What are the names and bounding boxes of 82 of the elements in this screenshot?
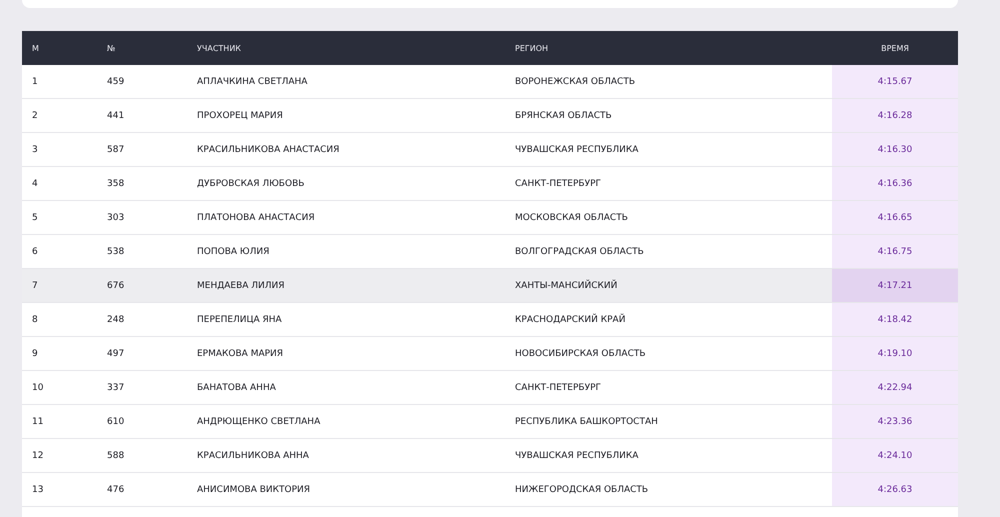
table-row[interactable]: 13 476 АНИСИМОВА ВИКТОРИЯ НИЖЕГОРОДСКАЯ ОБЛАСТЬ 4:26.63 [22, 473, 958, 507]
table-cell: 4:23.36 [832, 405, 958, 438]
table-cell-text: АНДРЮЩЕНКО СВЕТЛАНА [197, 416, 322, 426]
table-cell-text: 303 [107, 212, 126, 222]
table-cell-text: 13 [31, 484, 44, 494]
table-cell-text: 538 [107, 246, 126, 256]
table-cell-text: САНКТ-ПЕТЕРБУРГ [515, 382, 602, 392]
table-cell-text: ХАНТЫ-МАНСИЙСКИЙ [515, 280, 618, 290]
table-cell-text: ДУБРОВСКАЯ ЛЮБОВЬ [197, 178, 306, 188]
table-cell-text: 476 [107, 484, 126, 494]
table-cell-text: НИЖЕГОРОДСКАЯ ОБЛАСТЬ [515, 484, 650, 494]
table-cell-text: ЧУВАШСКАЯ РЕСПУБЛИКА [515, 144, 640, 154]
table-row[interactable]: 4 358 ДУБРОВСКАЯ ЛЮБОВЬ САНКТ-ПЕТЕРБУРГ 4:16.36 [22, 167, 958, 201]
table-cell: 4:16.28 [832, 99, 958, 132]
table-cell-text: 497 [107, 348, 126, 358]
table-cell-text: ЕРМАКОВА МАРИЯ [197, 348, 284, 358]
table-cell-text: 459 [107, 76, 126, 86]
table-cell-text: 3 [31, 144, 39, 154]
table-cell-text: ПЕРЕПЕЛИЦА ЯНА [197, 314, 283, 324]
table-cell: 4:16.75 [832, 235, 958, 268]
table-cell-text: 588 [107, 450, 126, 460]
column-header: М [31, 44, 40, 52]
table-cell-text: 6 [31, 246, 39, 256]
table-cell-text: 587 [107, 144, 126, 154]
table-row[interactable]: 3 587 КРАСИЛЬНИКОВА АНАСТАСИЯ ЧУВАШСКАЯ РЕСПУБЛИКА 4:16.30 [22, 133, 958, 167]
table-cell: 4:17.21 [832, 269, 958, 302]
table-cell: 4:18.42 [832, 303, 958, 336]
table-cell-text: АНИСИМОВА ВИКТОРИЯ [197, 484, 312, 494]
table-cell-text: 7 [31, 280, 39, 290]
table-cell-text: 2 [31, 110, 39, 120]
table-row[interactable]: 1 459 АПЛАЧКИНА СВЕТЛАНА ВОРОНЕЖСКАЯ ОБЛАСТЬ 4:15.67 [22, 65, 958, 99]
table-cell-text: РЕСПУБЛИКА БАШКОРТОСТАН [515, 416, 659, 426]
table-cell-text: ВОРОНЕЖСКАЯ ОБЛАСТЬ [515, 76, 636, 86]
table-row[interactable]: 7 676 МЕНДАЕВА ЛИЛИЯ ХАНТЫ-МАНСИЙСКИЙ 4:17.21 [22, 269, 958, 303]
table-cell: 4:16.36 [832, 167, 958, 200]
table-cell-text: БРЯНСКАЯ ОБЛАСТЬ [515, 110, 613, 120]
table-cell-text: БАНАТОВА АННА [197, 382, 277, 392]
table-cell-text: НОВОСИБИРСКАЯ ОБЛАСТЬ [515, 348, 647, 358]
table-row[interactable]: 5 303 ПЛАТОНОВА АНАСТАСИЯ МОСКОВСКАЯ ОБЛАСТЬ 4:16.65 [22, 201, 958, 235]
table-cell-text: 11 [31, 416, 44, 426]
table-cell-text: МОСКОВСКАЯ ОБЛАСТЬ [515, 212, 629, 222]
table-cell-text: 337 [107, 382, 126, 392]
table-cell-text: 610 [107, 416, 126, 426]
table-cell-text: 676 [107, 280, 126, 290]
table-cell: 4:16.65 [832, 201, 958, 234]
table-cell-text: КРАСИЛЬНИКОВА АННА [197, 450, 310, 460]
table-cell-text: ПЛАТОНОВА АНАСТАСИЯ [197, 212, 316, 222]
table-cell-text: 1 [31, 76, 39, 86]
table-row[interactable]: 8 248 ПЕРЕПЕЛИЦА ЯНА КРАСНОДАРСКИЙ КРАЙ 4:18.42 [22, 303, 958, 337]
table-cell-text: КРАСИЛЬНИКОВА АНАСТАСИЯ [197, 144, 340, 154]
table-cell-text: 358 [107, 178, 126, 188]
table-row[interactable]: 9 497 ЕРМАКОВА МАРИЯ НОВОСИБИРСКАЯ ОБЛАСТЬ 4:19.10 [22, 337, 958, 371]
table-cell-text: ЧУВАШСКАЯ РЕСПУБЛИКА [515, 450, 640, 460]
table-cell-text: ПРОХОРЕЦ МАРИЯ [197, 110, 284, 120]
table-cell-text: 4 [31, 178, 39, 188]
table-cell: 4:26.63 [832, 473, 958, 506]
table-cell-text: 8 [31, 314, 39, 324]
table-cell-text: ПОПОВА ЮЛИЯ [197, 246, 270, 256]
table-cell-text: АПЛАЧКИНА СВЕТЛАНА [197, 76, 308, 86]
column-header: РЕГИОН [515, 44, 550, 52]
table-cell: 4:16.30 [832, 133, 958, 166]
table-row[interactable]: 10 337 БАНАТОВА АННА САНКТ-ПЕТЕРБУРГ 4:22.94 [22, 371, 958, 405]
table-cell-text: ВОЛГОГРАДСКАЯ ОБЛАСТЬ [515, 246, 645, 256]
table-cell-text: 248 [107, 314, 126, 324]
table-cell: 4:19.10 [832, 337, 958, 370]
table-cell-text: КРАСНОДАРСКИЙ КРАЙ [515, 314, 626, 324]
table-cell-text: МЕНДАЕВА ЛИЛИЯ [197, 280, 286, 290]
table-cell-text: 5 [31, 212, 39, 222]
table-cell-text: САНКТ-ПЕТЕРБУРГ [515, 178, 602, 188]
table-cell-text: 9 [31, 348, 39, 358]
table-cell: 4:15.67 [832, 65, 958, 98]
table-cell-text: 12 [31, 450, 44, 460]
table-row[interactable]: 12 588 КРАСИЛЬНИКОВА АННА ЧУВАШСКАЯ РЕСПУБЛИКА 4:24.10 [22, 439, 958, 473]
table-cell: 4:24.10 [832, 439, 958, 472]
table-row[interactable]: 2 441 ПРОХОРЕЦ МАРИЯ БРЯНСКАЯ ОБЛАСТЬ 4:16.28 [22, 99, 958, 133]
table-cell-text: 10 [31, 382, 44, 392]
table-row[interactable]: 11 610 АНДРЮЩЕНКО СВЕТЛАНА РЕСПУБЛИКА БАШКОРТОСТАН 4:23.36 [22, 405, 958, 439]
column-header: № [107, 44, 116, 52]
table-cell-text: 441 [107, 110, 126, 120]
table-cell: 4:22.94 [832, 371, 958, 404]
column-header: ВРЕМЯ [880, 42, 910, 54]
column-header: УЧАСТНИК [197, 44, 242, 52]
